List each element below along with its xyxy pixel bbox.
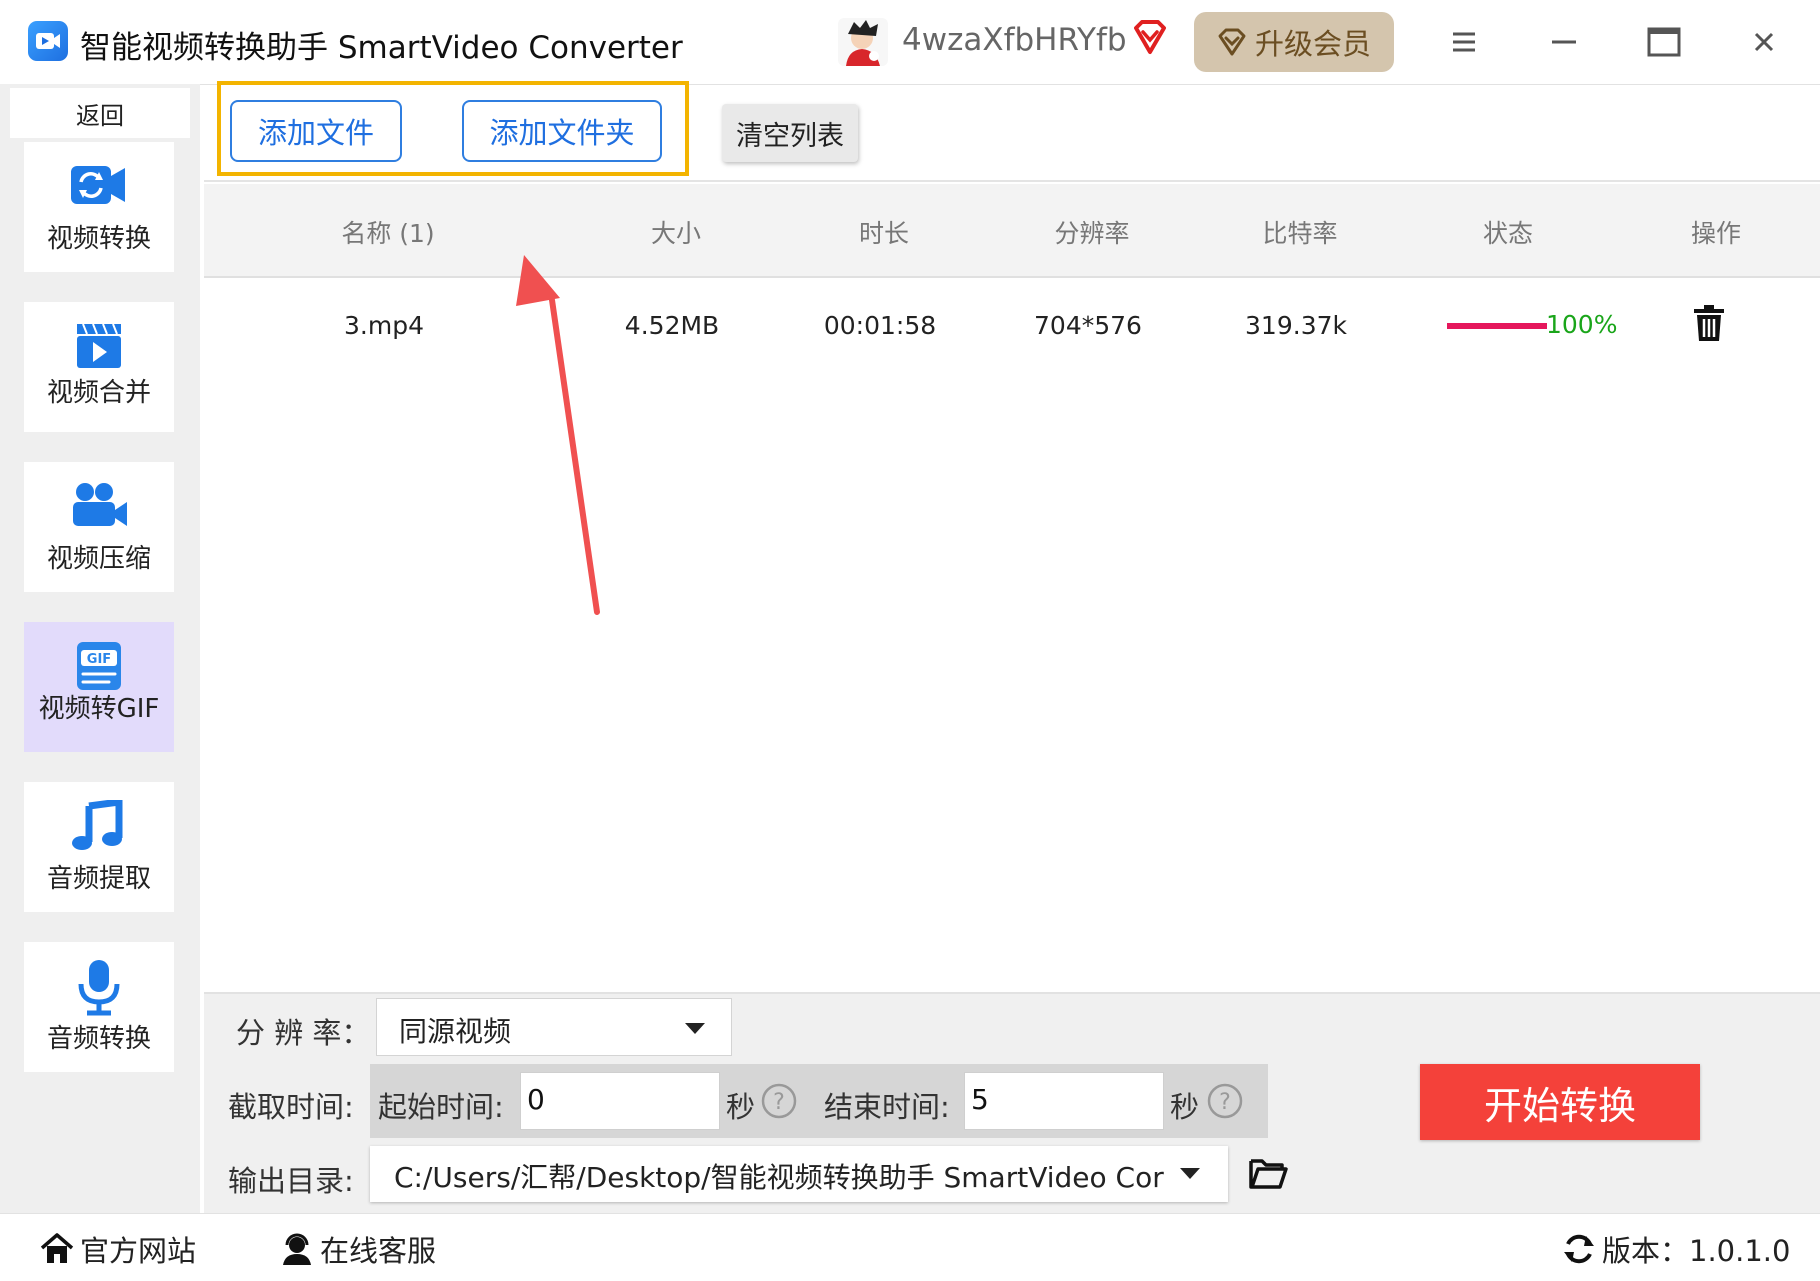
sidebar-item-label: 视频压缩 <box>46 544 151 574</box>
open-folder-icon[interactable] <box>1248 1155 1288 1195</box>
support-label: 在线客服 <box>320 1234 437 1268</box>
column-header-resolution[interactable]: 分辨率 <box>1054 214 1129 250</box>
clip-time-label: 截取时间: <box>228 1090 354 1124</box>
vip-diamond-icon <box>1130 18 1170 62</box>
column-header-name[interactable]: 名称 (1) <box>341 214 434 250</box>
minimize-icon[interactable] <box>1542 20 1586 64</box>
resolution-dropdown[interactable]: 同源视频 <box>376 998 732 1056</box>
app-title: 智能视频转换助手 SmartVideo Converter <box>80 30 683 66</box>
maximize-icon[interactable] <box>1642 20 1686 64</box>
progress-bar <box>1447 323 1547 329</box>
user-avatar[interactable] <box>838 18 888 66</box>
end-time-input[interactable]: 5 <box>964 1072 1164 1130</box>
sidebar-item-label: 视频合并 <box>46 378 151 408</box>
footer: 官方网站 在线客服 版本：1.0.1.0 <box>0 1213 1820 1281</box>
upgrade-membership-button[interactable]: 升级会员 <box>1194 12 1394 72</box>
column-header-action: 操作 <box>1690 219 1742 248</box>
help-icon[interactable]: ? <box>760 1082 798 1124</box>
video-compress-icon <box>69 480 129 532</box>
svg-text:?: ? <box>1219 1090 1231 1115</box>
cell-bitrate: 319.37k <box>1245 311 1347 340</box>
close-icon[interactable] <box>1742 20 1786 64</box>
seconds-unit: 秒 <box>726 1090 756 1124</box>
clear-list-button[interactable]: 清空列表 <box>722 104 858 162</box>
chevron-down-icon <box>685 1023 705 1034</box>
menu-icon[interactable] <box>1442 20 1486 64</box>
seconds-unit: 秒 <box>1170 1090 1200 1124</box>
sidebar-item-label: 视频转换 <box>46 224 151 254</box>
chevron-down-icon <box>1180 1168 1200 1179</box>
sidebar-item-label: 视频转GIF <box>38 694 160 724</box>
help-icon[interactable]: ? <box>1206 1082 1244 1124</box>
add-file-button[interactable]: 添加文件 <box>230 100 402 162</box>
cell-duration: 00:01:58 <box>823 311 937 340</box>
file-table-body: 3.mp4 4.52MB 00:01:58 704*576 319.37k <box>204 278 1820 992</box>
add-folder-button[interactable]: 添加文件夹 <box>462 100 662 162</box>
version-info: 版本：1.0.1.0 <box>1562 1228 1790 1270</box>
refresh-icon <box>1564 1234 1594 1264</box>
divider <box>204 180 1820 182</box>
title-bar: 智能视频转换助手 SmartVideo Converter 4wzaXfbHRY… <box>0 0 1820 85</box>
column-header-duration[interactable]: 时长 <box>859 214 909 250</box>
online-support-link[interactable]: 在线客服 <box>280 1228 436 1270</box>
sidebar-item-video-convert[interactable]: 视频转换 <box>24 142 174 272</box>
back-button[interactable]: 返回 <box>10 88 190 138</box>
svg-text:GIF: GIF <box>87 652 111 667</box>
video-merge-icon <box>69 320 129 372</box>
output-path: C:/Users/汇帮/Desktop/智能视频转换助手 SmartVideo … <box>394 1161 1164 1194</box>
output-directory-dropdown[interactable]: C:/Users/汇帮/Desktop/智能视频转换助手 SmartVideo … <box>370 1146 1228 1202</box>
trash-icon[interactable] <box>1692 304 1726 346</box>
sidebar-item-label: 音频提取 <box>46 864 151 894</box>
file-table-header: 名称 (1) 大小 时长 分辨率 比特率 状态 操作 <box>204 184 1820 278</box>
resolution-value: 同源视频 <box>399 1015 512 1048</box>
sidebar-item-audio-convert[interactable]: 音频转换 <box>24 942 174 1072</box>
sidebar-item-video-compress[interactable]: 视频压缩 <box>24 462 174 592</box>
end-time-label: 结束时间: <box>824 1090 950 1124</box>
version-label: 版本：1.0.1.0 <box>1602 1234 1791 1268</box>
website-label: 官方网站 <box>80 1234 197 1268</box>
sidebar-item-label: 音频转换 <box>46 1024 151 1054</box>
sidebar-item-video-merge[interactable]: 视频合并 <box>24 302 174 432</box>
svg-text:?: ? <box>773 1090 785 1115</box>
support-agent-icon <box>283 1233 311 1265</box>
cell-resolution: 704*576 <box>1034 311 1142 340</box>
music-note-icon <box>69 798 129 852</box>
start-time-label: 起始时间: <box>378 1090 504 1124</box>
sidebar: 返回 视频转换 视频合并 视频压缩 GIF 视频转GIF 音频提取 音频转换 <box>0 84 200 1213</box>
diamond-icon <box>1218 28 1246 56</box>
sidebar-item-video-to-gif[interactable]: GIF 视频转GIF <box>24 622 174 752</box>
upgrade-label: 升级会员 <box>1254 27 1371 61</box>
column-header-size[interactable]: 大小 <box>651 214 701 250</box>
resolution-label: 分 辨 率： <box>236 1016 371 1050</box>
video-convert-icon <box>69 160 129 212</box>
start-convert-button[interactable]: 开始转换 <box>1420 1064 1700 1140</box>
progress-fill <box>1447 323 1547 329</box>
output-dir-label: 输出目录: <box>228 1164 354 1198</box>
microphone-icon <box>69 960 129 1016</box>
progress-text: 100% <box>1546 310 1618 339</box>
cell-name: 3.mp4 <box>344 311 424 340</box>
column-header-status[interactable]: 状态 <box>1483 214 1533 250</box>
official-website-link[interactable]: 官方网站 <box>40 1228 196 1270</box>
column-header-bitrate[interactable]: 比特率 <box>1262 214 1337 250</box>
sidebar-item-audio-extract[interactable]: 音频提取 <box>24 782 174 912</box>
start-time-input[interactable]: 0 <box>520 1072 720 1130</box>
username: 4wzaXfbHRYfb <box>902 22 1127 58</box>
cell-size: 4.52MB <box>624 311 720 340</box>
home-icon <box>40 1233 74 1263</box>
gif-icon: GIF <box>69 640 129 692</box>
app-logo-icon <box>28 21 68 61</box>
